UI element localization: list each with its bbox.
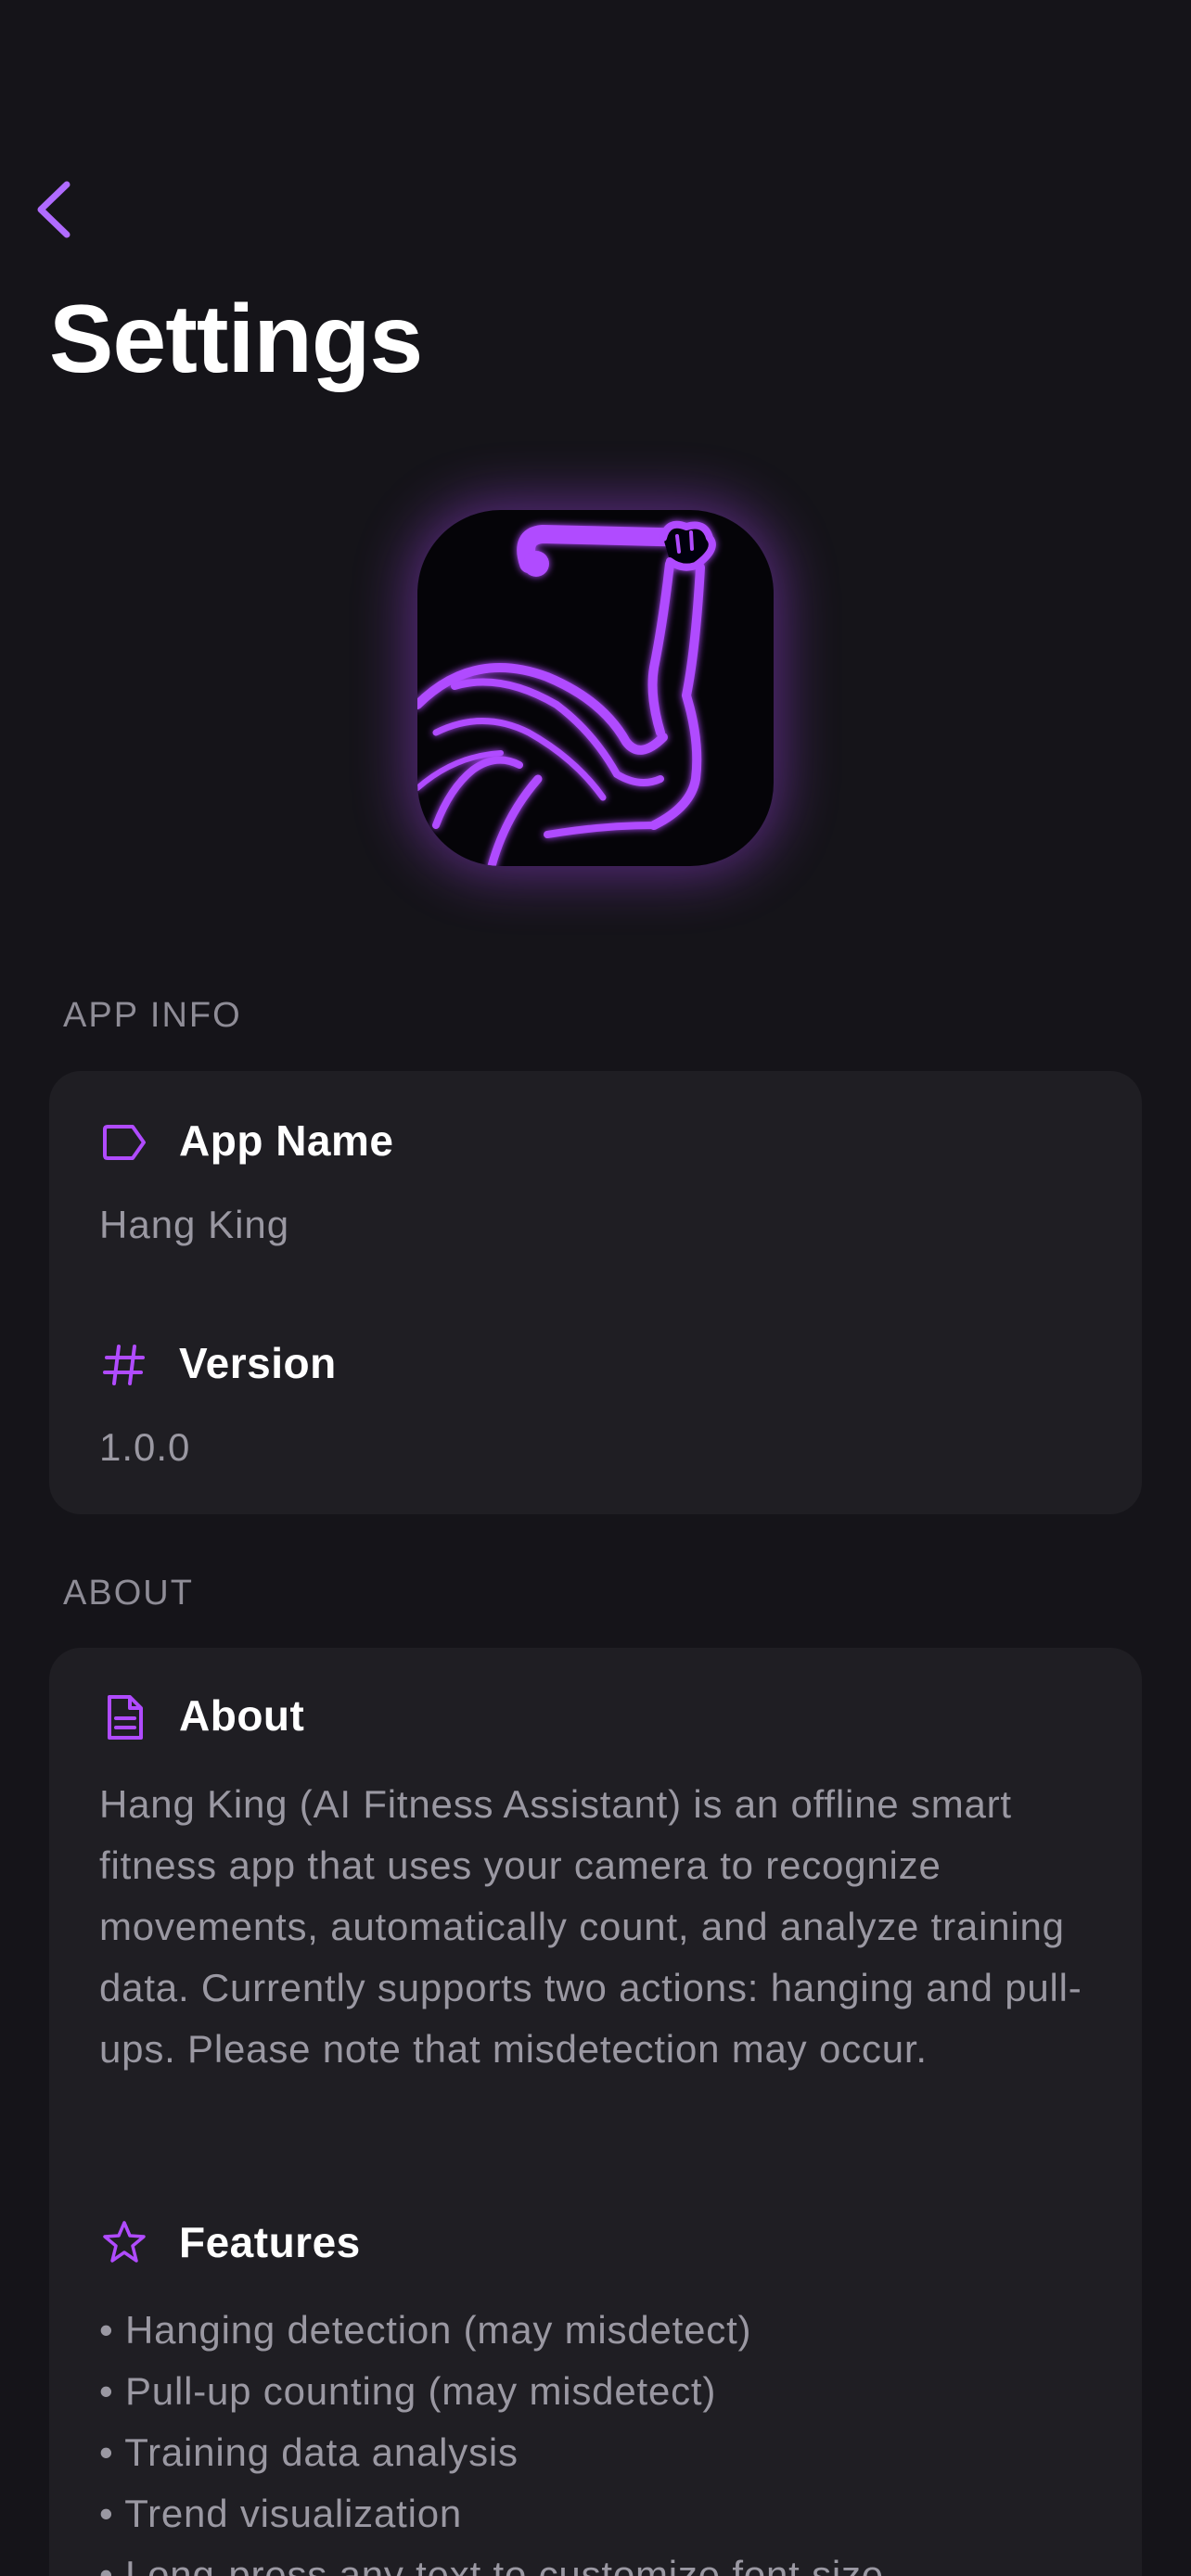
app-name-title: App Name xyxy=(179,1116,394,1165)
section-header-about: ABOUT xyxy=(63,1574,194,1613)
app-info-card: App Name Hang King Version 1.0.0 xyxy=(49,1071,1142,1514)
about-card: About Hang King (AI Fitness Assistant) i… xyxy=(49,1648,1142,2576)
back-button[interactable] xyxy=(33,172,93,247)
section-header-app-info: APP INFO xyxy=(63,996,242,1035)
about-description: Hang King (AI Fitness Assistant) is an o… xyxy=(99,1782,1082,2071)
list-item: • Pull-up counting (may misdetect) xyxy=(99,2369,717,2413)
flexed-arm-hanging-bar-icon xyxy=(417,520,716,866)
chevron-left-icon xyxy=(37,181,70,238)
page-title: Settings xyxy=(49,286,423,393)
list-item: • Long-press any text to customize font … xyxy=(99,2553,884,2576)
about-title: About xyxy=(179,1691,305,1740)
version-value: 1.0.0 xyxy=(99,1425,191,1469)
features-title: Features xyxy=(179,2218,361,2266)
version-title: Version xyxy=(179,1339,337,1387)
app-name-value: Hang King xyxy=(99,1203,290,1246)
hash-icon xyxy=(101,1342,147,1388)
star-icon xyxy=(101,2219,147,2265)
document-icon xyxy=(101,1694,147,1741)
tag-icon xyxy=(101,1119,147,1166)
list-item: • Trend visualization xyxy=(99,2492,463,2535)
list-item: • Hanging detection (may misdetect) xyxy=(99,2308,752,2352)
settings-screen: Settings APP INFO App Name Hang King Ver… xyxy=(0,0,1191,2576)
list-item: • Training data analysis xyxy=(99,2430,519,2474)
app-logo xyxy=(417,510,774,866)
features-list: • Hanging detection (may misdetect) • Pu… xyxy=(99,2300,884,2576)
